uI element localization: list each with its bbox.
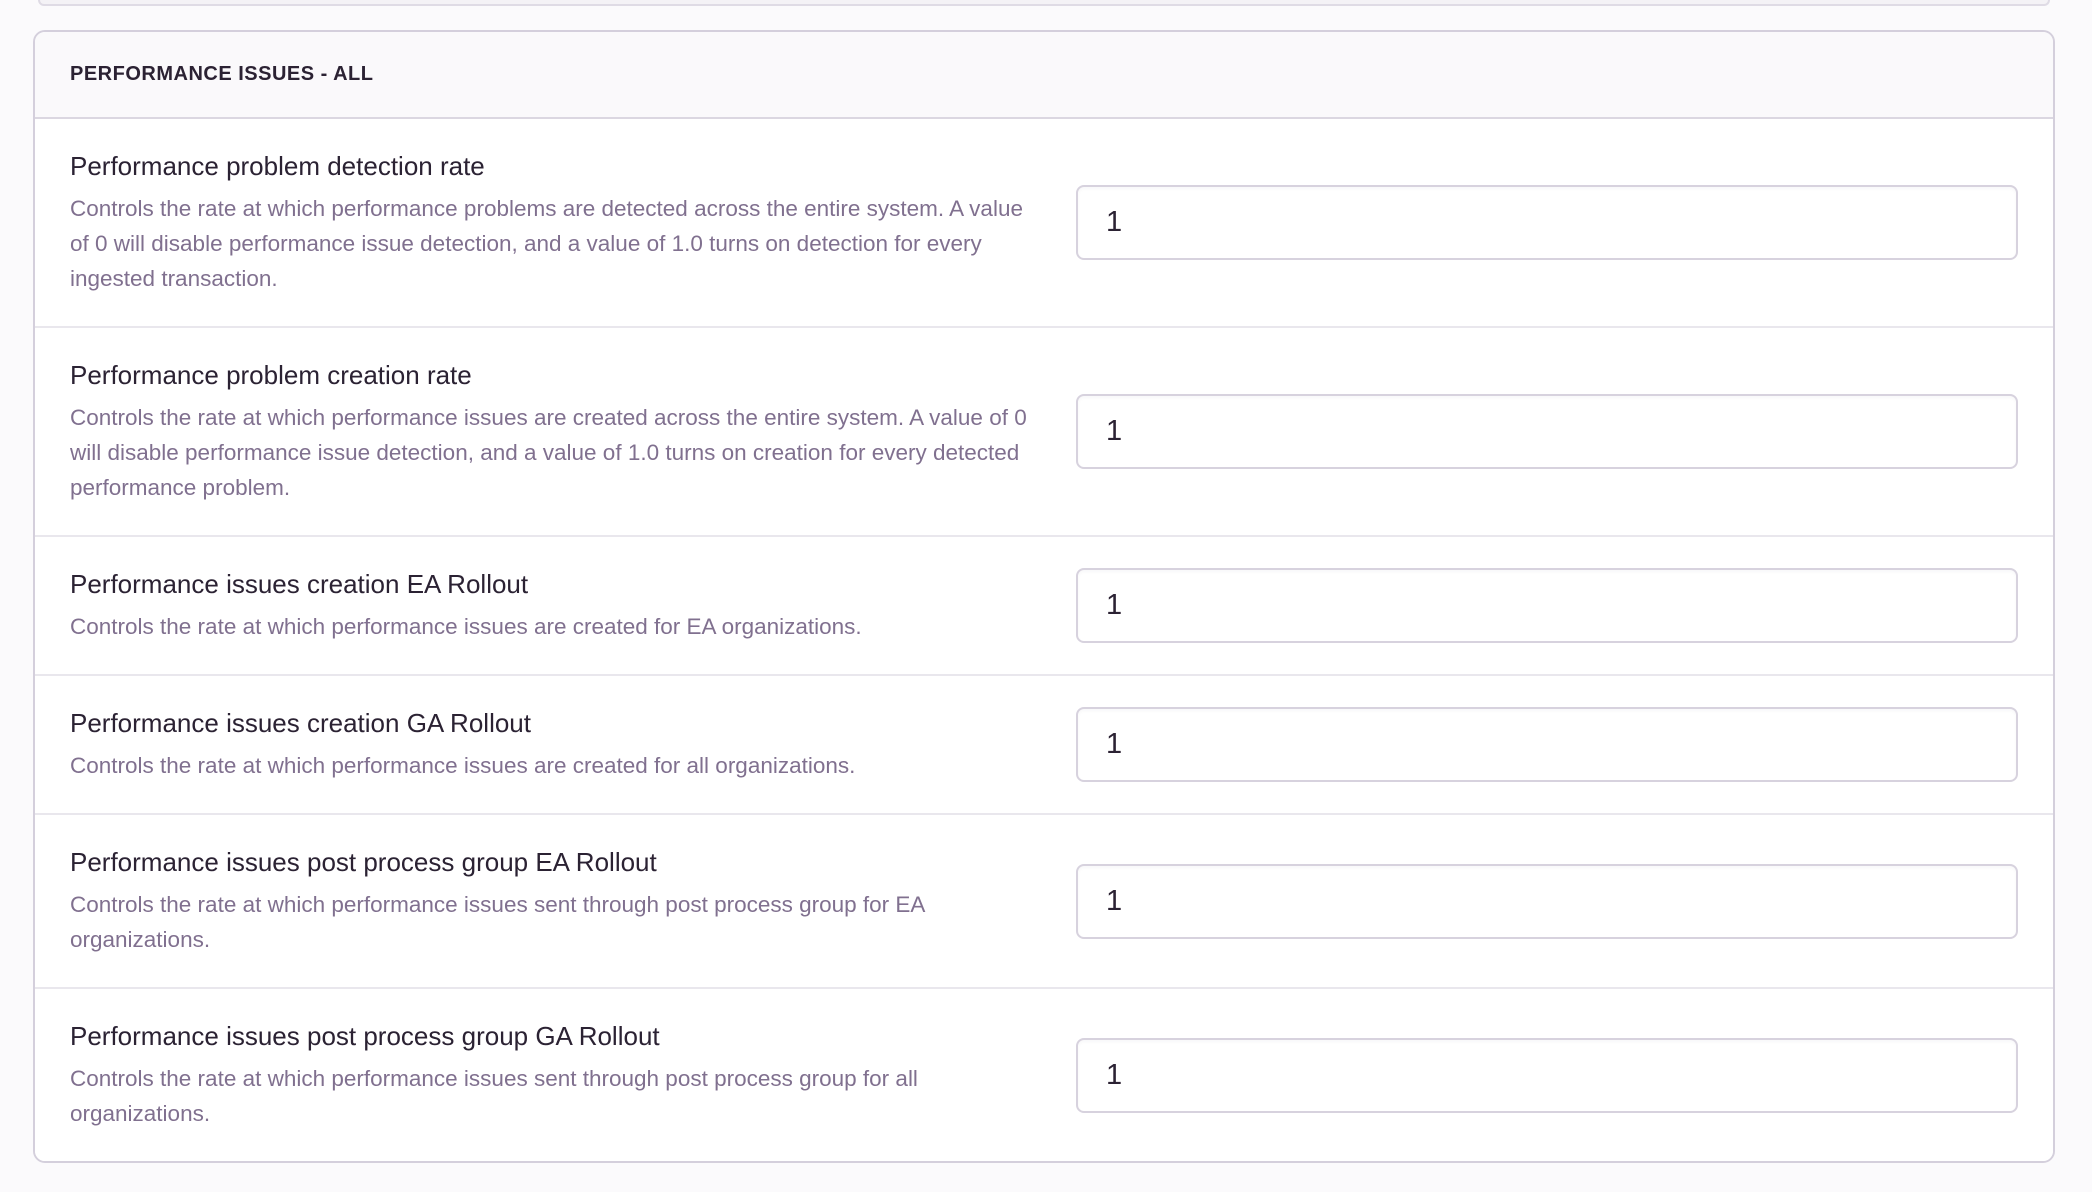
field-value-input[interactable]: [1076, 864, 2018, 939]
field-info: Performance issues post process group EA…: [70, 845, 1036, 957]
field-row: Performance problem creation rate Contro…: [35, 326, 2053, 535]
field-value-input[interactable]: [1076, 568, 2018, 643]
field-help-text: Controls the rate at which performance i…: [70, 400, 1036, 505]
field-row: Performance issues creation GA Rollout C…: [35, 674, 2053, 813]
field-value-input[interactable]: [1076, 185, 2018, 260]
field-label: Performance problem detection rate: [70, 149, 1036, 183]
field-row: Performance issues creation EA Rollout C…: [35, 535, 2053, 674]
field-row: Performance issues post process group GA…: [35, 987, 2053, 1161]
field-control: [1076, 568, 2018, 643]
previous-card-bottom-edge: [38, 0, 2050, 6]
field-control: [1076, 394, 2018, 469]
field-label: Performance issues post process group EA…: [70, 845, 1036, 879]
field-info: Performance problem detection rate Contr…: [70, 149, 1036, 296]
field-help-text: Controls the rate at which performance i…: [70, 609, 1036, 644]
field-value-input[interactable]: [1076, 394, 2018, 469]
field-help-text: Controls the rate at which performance p…: [70, 191, 1036, 296]
field-control: [1076, 185, 2018, 260]
field-help-text: Controls the rate at which performance i…: [70, 1061, 1036, 1131]
field-row: Performance problem detection rate Contr…: [35, 119, 2053, 326]
panel-body: Performance problem detection rate Contr…: [35, 119, 2053, 1161]
field-row: Performance issues post process group EA…: [35, 813, 2053, 987]
field-label: Performance issues post process group GA…: [70, 1019, 1036, 1053]
field-label: Performance issues creation EA Rollout: [70, 567, 1036, 601]
settings-page: { "theme": { "page_bg": "#fbfafc", "card…: [0, 0, 2092, 1192]
field-control: [1076, 1038, 2018, 1113]
field-help-text: Controls the rate at which performance i…: [70, 887, 1036, 957]
field-value-input[interactable]: [1076, 1038, 2018, 1113]
field-info: Performance problem creation rate Contro…: [70, 358, 1036, 505]
field-label: Performance issues creation GA Rollout: [70, 706, 1036, 740]
field-control: [1076, 707, 2018, 782]
panel-header: PERFORMANCE ISSUES - ALL: [35, 32, 2053, 119]
field-value-input[interactable]: [1076, 707, 2018, 782]
performance-issues-panel: PERFORMANCE ISSUES - ALL Performance pro…: [33, 30, 2055, 1163]
field-control: [1076, 864, 2018, 939]
field-info: Performance issues creation GA Rollout C…: [70, 706, 1036, 783]
field-info: Performance issues creation EA Rollout C…: [70, 567, 1036, 644]
field-help-text: Controls the rate at which performance i…: [70, 748, 1036, 783]
panel-title: PERFORMANCE ISSUES - ALL: [70, 63, 374, 86]
field-label: Performance problem creation rate: [70, 358, 1036, 392]
field-info: Performance issues post process group GA…: [70, 1019, 1036, 1131]
